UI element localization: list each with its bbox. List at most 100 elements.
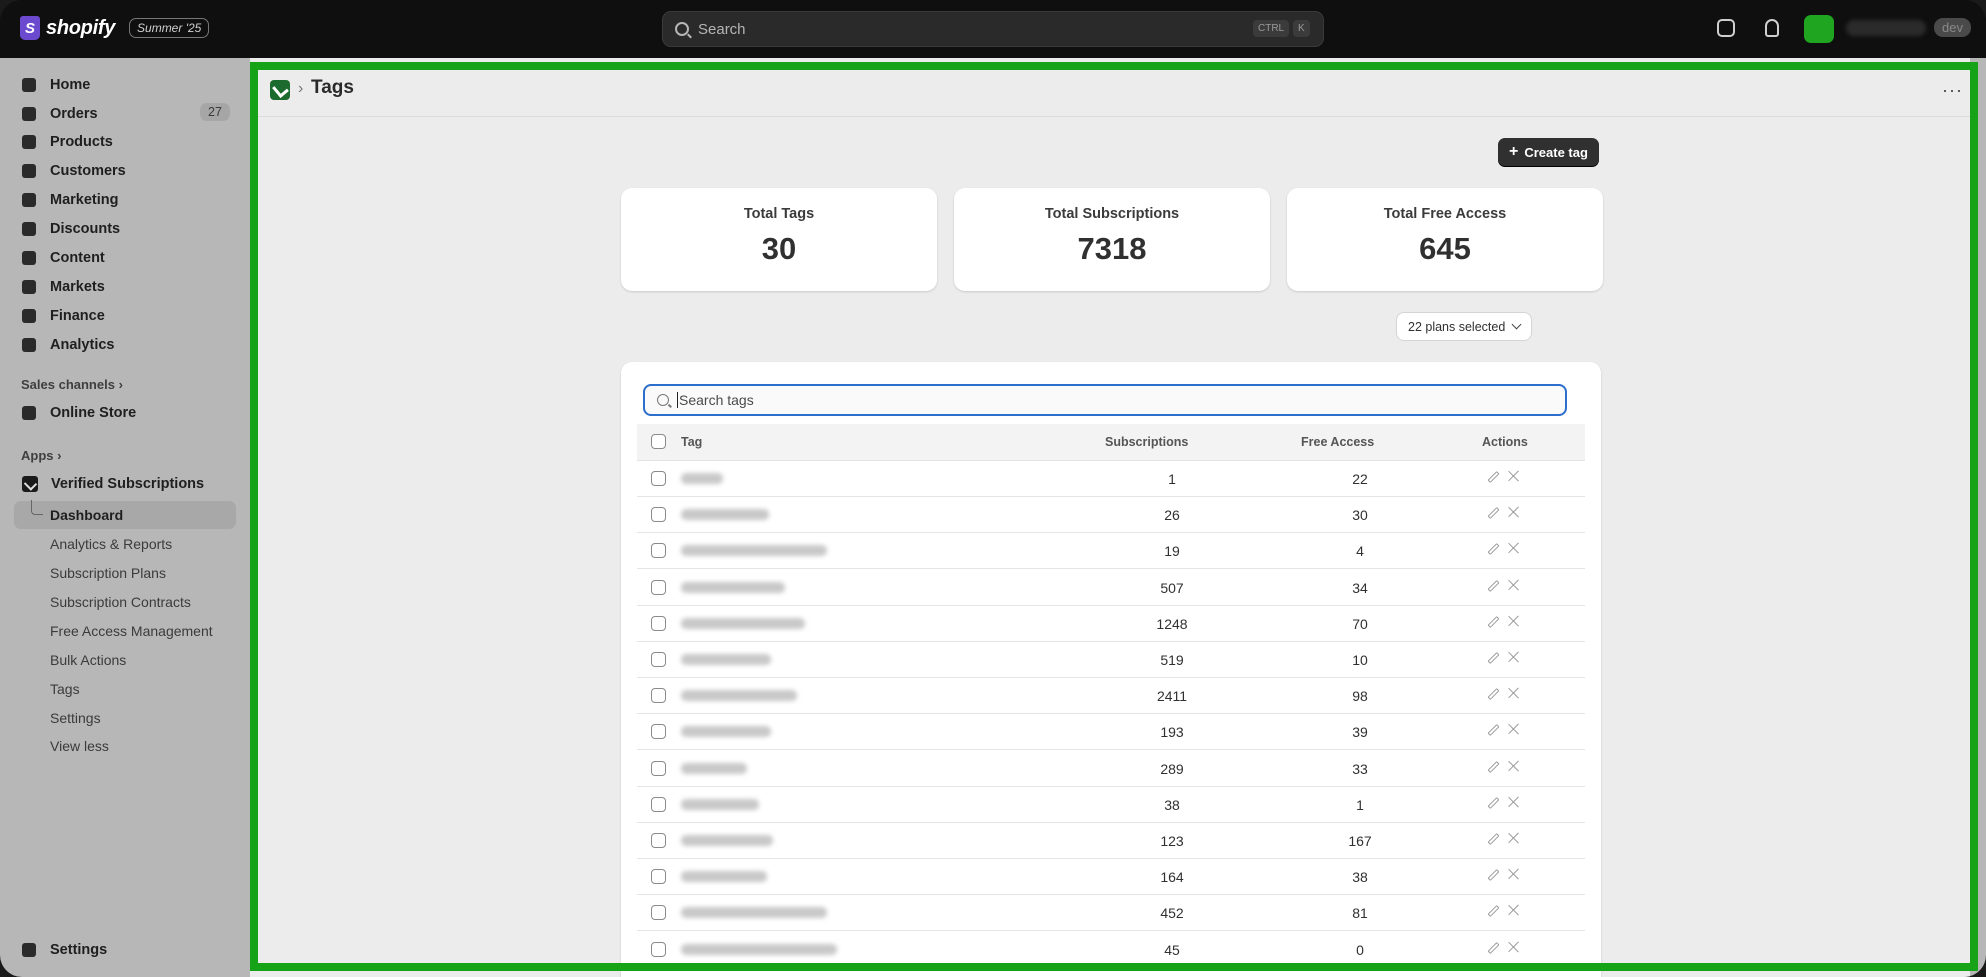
row-checkbox[interactable] xyxy=(651,471,666,486)
table-row[interactable]: 45 0 xyxy=(637,932,1585,968)
tag-search-input[interactable] xyxy=(679,392,1559,408)
sidebar-sub-free-access[interactable]: Free Access Management xyxy=(50,623,213,639)
row-checkbox[interactable] xyxy=(651,615,666,631)
table-row[interactable]: 123 167 xyxy=(637,823,1585,859)
delete-x-icon[interactable] xyxy=(1508,579,1520,591)
delete-x-icon[interactable] xyxy=(1508,651,1520,663)
sidebar-sub-subscription-plans[interactable]: Subscription Plans xyxy=(50,565,166,581)
table-row[interactable]: 519 10 xyxy=(637,642,1585,678)
shopify-logo[interactable]: S shopify Summer '25 xyxy=(20,16,210,40)
edit-pencil-icon[interactable] xyxy=(1487,941,1500,954)
plans-filter-dropdown[interactable]: 22 plans selected xyxy=(1396,312,1533,341)
sidebar-item-content[interactable]: Content xyxy=(22,246,105,270)
table-row[interactable]: 38 1 xyxy=(637,787,1585,823)
edit-pencil-icon[interactable] xyxy=(1487,507,1500,520)
tag-search-field[interactable] xyxy=(643,384,1567,416)
global-search[interactable]: Search CTRL K xyxy=(662,11,1324,47)
row-checkbox[interactable] xyxy=(651,652,666,667)
sidebar-item-home[interactable]: Home xyxy=(22,73,90,97)
sidebar-item-settings[interactable]: Settings xyxy=(22,938,107,962)
sidebar-item-finance[interactable]: Finance xyxy=(22,304,105,328)
edit-pencil-icon[interactable] xyxy=(1487,615,1500,628)
delete-x-icon[interactable] xyxy=(1508,832,1520,844)
sidebar-item-products[interactable]: Products xyxy=(22,130,113,154)
delete-x-icon[interactable] xyxy=(1508,941,1520,953)
verified-app-icon[interactable] xyxy=(270,80,290,100)
sales-channels-heading[interactable]: Sales channels › xyxy=(21,377,123,392)
sidebar-sub-tags[interactable]: Tags xyxy=(50,681,80,697)
person-icon xyxy=(22,164,36,178)
sidebar-sub-subscription-contracts[interactable]: Subscription Contracts xyxy=(50,594,191,610)
more-actions-icon[interactable]: ··· xyxy=(1942,80,1963,101)
sidebar-item-discounts[interactable]: Discounts xyxy=(22,217,120,241)
delete-x-icon[interactable] xyxy=(1508,542,1520,554)
table-row[interactable]: 164 38 xyxy=(637,859,1585,896)
row-checkbox[interactable] xyxy=(651,507,666,523)
edit-pencil-icon[interactable] xyxy=(1487,832,1500,846)
table-row[interactable]: 452 81 xyxy=(637,895,1585,932)
edit-pencil-icon[interactable] xyxy=(1487,724,1500,737)
column-free-access[interactable]: Free Access xyxy=(1301,435,1374,449)
edit-pencil-icon[interactable] xyxy=(1487,470,1500,484)
table-row[interactable]: 289 33 xyxy=(637,751,1585,787)
table-row[interactable]: 507 34 xyxy=(637,570,1585,606)
delete-x-icon[interactable] xyxy=(1508,868,1520,880)
avatar[interactable] xyxy=(1804,15,1834,43)
sidebar-sub-settings[interactable]: Settings xyxy=(50,710,101,726)
edit-pencil-icon[interactable] xyxy=(1487,869,1500,882)
stat-total-subscriptions: Total Subscriptions 7318 xyxy=(954,188,1270,291)
edit-pencil-icon[interactable] xyxy=(1487,543,1500,556)
column-subscriptions[interactable]: Subscriptions xyxy=(1105,435,1188,449)
sidebar-sub-analytics-reports[interactable]: Analytics & Reports xyxy=(50,536,172,552)
sidebar-item-verified-subscriptions[interactable]: Verified Subscriptions xyxy=(22,472,204,496)
row-checkbox[interactable] xyxy=(651,869,666,885)
create-tag-button[interactable]: + Create tag xyxy=(1498,138,1599,166)
delete-x-icon[interactable] xyxy=(1508,615,1520,627)
sidebar-sub-dashboard[interactable]: Dashboard xyxy=(50,507,123,523)
edit-pencil-icon[interactable] xyxy=(1487,579,1500,592)
sidebar-item-marketing[interactable]: Marketing xyxy=(22,188,119,212)
table-row[interactable]: 193 39 xyxy=(637,714,1585,751)
sidebar-sub-view-less[interactable]: View less xyxy=(50,738,109,754)
edit-pencil-icon[interactable] xyxy=(1487,651,1500,665)
row-checkbox[interactable] xyxy=(651,905,666,921)
edit-pencil-icon[interactable] xyxy=(1487,760,1500,773)
table-row[interactable]: 1248 70 xyxy=(637,606,1585,642)
sidebar-item-customers[interactable]: Customers xyxy=(22,159,126,183)
row-checkbox[interactable] xyxy=(651,833,666,848)
row-checkbox[interactable] xyxy=(651,760,666,776)
table-row[interactable]: 19 4 xyxy=(637,533,1585,570)
row-checkbox[interactable] xyxy=(651,579,666,595)
sidebar-item-online-store[interactable]: Online Store xyxy=(22,401,136,425)
bell-icon[interactable] xyxy=(1765,19,1779,37)
delete-x-icon[interactable] xyxy=(1508,470,1520,482)
storefront-icon xyxy=(22,406,36,420)
select-all-checkbox[interactable] xyxy=(651,434,666,449)
edit-pencil-icon[interactable] xyxy=(1487,688,1500,701)
row-checkbox[interactable] xyxy=(651,688,666,704)
row-checkbox[interactable] xyxy=(651,941,666,957)
row-checkbox[interactable] xyxy=(651,543,666,559)
column-tag[interactable]: Tag xyxy=(681,435,702,449)
store-name-blurred[interactable] xyxy=(1846,20,1926,36)
row-checkbox[interactable] xyxy=(651,724,666,740)
stat-value: 7318 xyxy=(1077,231,1147,266)
sidebar-item-markets[interactable]: Markets xyxy=(22,275,105,299)
sidebar-sub-bulk-actions[interactable]: Bulk Actions xyxy=(50,652,126,668)
delete-x-icon[interactable] xyxy=(1508,904,1520,916)
delete-x-icon[interactable] xyxy=(1508,723,1520,735)
table-row[interactable]: 1 22 xyxy=(637,461,1585,497)
delete-x-icon[interactable] xyxy=(1508,796,1520,808)
table-row[interactable]: 2411 98 xyxy=(637,678,1585,715)
delete-x-icon[interactable] xyxy=(1508,760,1520,772)
delete-x-icon[interactable] xyxy=(1508,687,1520,699)
table-row[interactable]: 26 30 xyxy=(637,497,1585,534)
edit-pencil-icon[interactable] xyxy=(1487,905,1500,918)
apps-heading[interactable]: Apps › xyxy=(21,448,61,463)
sidebar-item-orders[interactable]: Orders xyxy=(22,102,98,126)
sidebar-item-analytics[interactable]: Analytics xyxy=(22,333,114,357)
edit-pencil-icon[interactable] xyxy=(1487,796,1500,809)
delete-x-icon[interactable] xyxy=(1508,506,1520,518)
row-checkbox[interactable] xyxy=(651,796,666,812)
store-icon[interactable] xyxy=(1717,19,1735,37)
